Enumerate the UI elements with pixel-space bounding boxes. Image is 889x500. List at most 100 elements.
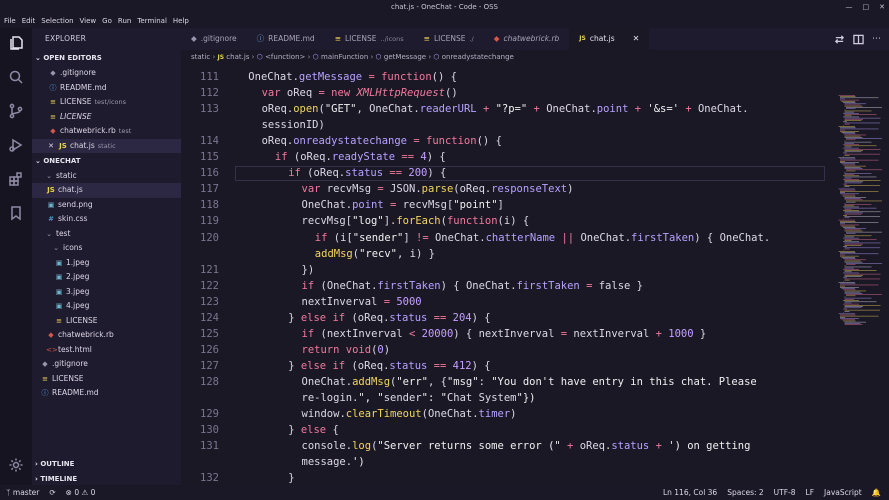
breadcrumb-item[interactable]: <function> [265, 53, 305, 61]
open-editor-item[interactable]: ◆ chatwebrick.rb test [32, 124, 181, 139]
open-editor-item[interactable]: ◆ .gitignore [32, 66, 181, 81]
code-line[interactable]: if (i["sender"] != OneChat.chatterName |… [315, 232, 770, 244]
menu-help[interactable]: Help [173, 15, 189, 28]
tab-gitignore[interactable]: ◆ .gitignore [181, 28, 247, 50]
code-line[interactable]: oReq.open("GET", OneChat.readerURL + "?p… [262, 103, 749, 115]
code-line[interactable]: sessionID) [262, 119, 325, 131]
code-line[interactable]: oReq.onreadystatechange = function() { [262, 135, 502, 147]
tree-item[interactable]: <>test.html [32, 343, 181, 358]
encoding-status[interactable]: UTF-8 [774, 485, 796, 500]
tree-item[interactable]: ▣ 4.jpeg [32, 299, 181, 314]
tree-item[interactable]: ◆ chatwebrick.rb [32, 328, 181, 343]
folder-icons[interactable]: ⌄ icons [32, 241, 181, 256]
close-icon[interactable]: ✕ [46, 139, 56, 154]
code-line[interactable]: var recvMsg = JSON.parse(oReq.responseTe… [302, 183, 574, 195]
code-line[interactable]: var oReq = new XMLHttpRequest() [262, 87, 458, 99]
bookmark-icon[interactable] [7, 204, 25, 222]
code-line[interactable]: } else { [288, 424, 339, 436]
more-actions-icon[interactable]: ⋯ [872, 34, 881, 44]
code-line[interactable]: if (OneChat.firstTaken) { OneChat.firstT… [302, 280, 644, 292]
code-line[interactable]: } else if (oReq.status == 204) { [288, 312, 490, 324]
code-line[interactable]: addMsg("recv", i) } [315, 248, 435, 260]
open-editor-item-active[interactable]: ✕ JS chat.js static [32, 138, 181, 154]
code-line[interactable]: message.') [302, 456, 365, 468]
code-line[interactable]: re-login.", "sender": "Chat System"}) [302, 392, 536, 404]
code-line[interactable]: if (oReq.status == 200) { [288, 167, 446, 179]
code-line[interactable]: OneChat.addMsg("err", {"msg": "You don't… [302, 376, 757, 388]
extensions-icon[interactable] [7, 170, 25, 188]
outline-section[interactable]: › OUTLINE [32, 458, 181, 470]
tree-item-active[interactable]: JS chat.js [32, 183, 181, 198]
code-line[interactable]: } [288, 472, 294, 484]
search-icon[interactable] [7, 68, 25, 86]
tab-license[interactable]: ≡ LICENSE ./ [414, 28, 484, 50]
info-icon: ⓘ [41, 389, 49, 397]
compare-icon[interactable] [834, 30, 845, 49]
menu-run[interactable]: Run [118, 15, 131, 28]
explorer-icon[interactable] [7, 34, 25, 52]
tree-item[interactable]: ▣ 1.jpeg [32, 256, 181, 271]
close-icon[interactable]: ✕ [633, 28, 640, 50]
breadcrumb-item[interactable]: onreadystatechange [442, 53, 514, 61]
menu-edit[interactable]: Edit [22, 15, 36, 28]
project-section[interactable]: ⌄ ONECHAT [32, 155, 181, 167]
menu-selection[interactable]: Selection [41, 15, 73, 28]
branch-status[interactable]: ᛉ master [6, 485, 39, 500]
breadcrumb-item[interactable]: chat.js [226, 53, 249, 61]
minimize-icon[interactable]: — [846, 0, 853, 15]
minimap-line [841, 319, 855, 321]
code-line[interactable]: console.log("Server returns some error (… [302, 440, 751, 452]
gear-icon[interactable] [7, 456, 25, 474]
open-editors-section[interactable]: ⌄ OPEN EDITORS [32, 52, 181, 64]
code-line[interactable]: }) [302, 264, 315, 276]
indentation-status[interactable]: Spaces: 2 [727, 485, 763, 500]
code-line[interactable]: OneChat.getMessage = function() { [248, 71, 457, 83]
timeline-section[interactable]: › TIMELINE [32, 473, 181, 485]
code-line[interactable]: recvMsg["log"].forEach(function(i) { [302, 215, 530, 227]
run-debug-icon[interactable] [7, 136, 25, 154]
code-line[interactable]: if (oReq.readyState == 4) { [275, 151, 446, 163]
tree-item[interactable]: # skin.css [32, 212, 181, 227]
open-editor-item[interactable]: ≡ LICENSE [32, 110, 181, 125]
language-mode[interactable]: JavaScript [824, 485, 862, 500]
tab-readme[interactable]: ⓘ README.md [247, 28, 325, 50]
maximize-icon[interactable]: □ [863, 0, 870, 15]
minimap[interactable] [833, 65, 889, 485]
source-control-icon[interactable] [7, 102, 25, 120]
tab-chatwebrick[interactable]: ◆ chatwebrick.rb [484, 28, 570, 50]
problems-status[interactable]: ⊗ 0 ⚠ 0 [66, 485, 96, 500]
code-line[interactable]: nextInverval = 5000 [302, 296, 422, 308]
notifications-icon[interactable]: 🔔 [872, 485, 881, 500]
code-editor[interactable]: 111 OneChat.getMessage = function() {112 v… [181, 65, 831, 485]
code-line[interactable]: window.clearTimeout(OneChat.timer) [302, 408, 517, 420]
tree-item[interactable]: ▣ 3.jpeg [32, 285, 181, 300]
tree-item[interactable]: ▣ send.png [32, 198, 181, 213]
tree-item[interactable]: ▣ 2.jpeg [32, 270, 181, 285]
tree-item[interactable]: ◆ .gitignore [32, 357, 181, 372]
code-line[interactable]: if (nextInverval < 20000) { nextInverval… [302, 328, 707, 340]
tree-item[interactable]: ⓘ README.md [32, 386, 181, 401]
folder-test[interactable]: ⌄ test [32, 227, 181, 242]
menu-file[interactable]: File [4, 15, 16, 28]
split-editor-icon[interactable] [853, 30, 864, 49]
sync-icon[interactable]: ⟳ [49, 485, 55, 500]
tab-license-icons[interactable]: ≡ LICENSE ../icons [325, 28, 414, 50]
tree-item[interactable]: ≡ LICENSE [32, 372, 181, 387]
tab-chat-js[interactable]: JS chat.js ✕ [569, 28, 650, 50]
breadcrumb-item[interactable]: getMessage [384, 53, 426, 61]
tree-item[interactable]: ≡ LICENSE [32, 314, 181, 329]
open-editor-item[interactable]: ≡ LICENSE test/icons [32, 95, 181, 110]
open-editor-item[interactable]: ⓘ README.md [32, 81, 181, 96]
code-line[interactable]: OneChat.point = recvMsg["point"] [302, 199, 504, 211]
code-line[interactable]: return void(0) [302, 344, 391, 356]
menu-terminal[interactable]: Terminal [137, 15, 167, 28]
eol-status[interactable]: LF [806, 485, 815, 500]
cursor-position[interactable]: Ln 116, Col 36 [663, 485, 717, 500]
close-window-icon[interactable]: ✕ [879, 0, 885, 15]
folder-static[interactable]: ⌄ static [32, 169, 181, 184]
menu-view[interactable]: View [80, 15, 97, 28]
menu-go[interactable]: Go [102, 15, 112, 28]
breadcrumb-item[interactable]: static [191, 53, 210, 61]
code-line[interactable]: } else if (oReq.status == 412) { [288, 360, 490, 372]
breadcrumb-item[interactable]: mainFunction [321, 53, 368, 61]
